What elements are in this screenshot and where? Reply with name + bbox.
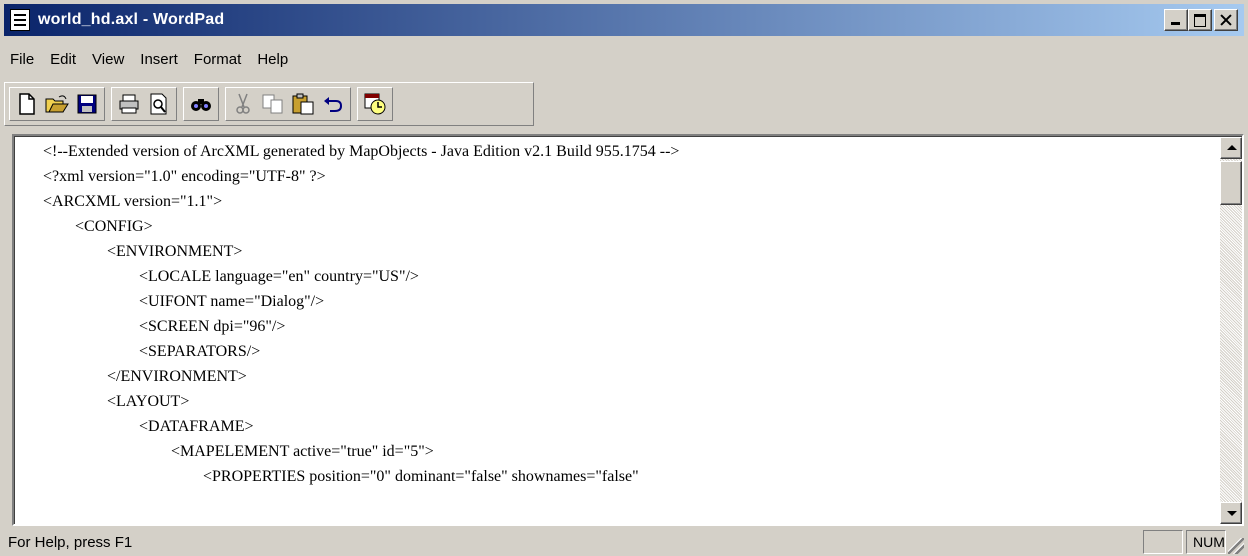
close-icon [1215,10,1237,30]
document-line: </ENVIRONMENT> [43,368,247,385]
window-title: world_hd.axl - WordPad [38,11,225,28]
paste-icon [292,93,314,115]
document-line: <MAPELEMENT active="true" id="5"> [43,443,434,460]
minimize-button[interactable] [1164,9,1188,31]
copy-icon [262,94,283,114]
undo-icon [324,97,343,112]
document-line: <LOCALE language="en" country="US"/> [43,268,419,285]
print-icon [119,94,139,114]
toolbar-group-insert [357,87,393,121]
document-line: <ARCXML version="1.1"> [43,193,223,210]
window-controls [1164,9,1238,31]
document-text[interactable]: <!--Extended version of ArcXML generated… [15,137,1220,524]
document-line: <UIFONT name="Dialog"/> [43,293,325,310]
document-line: <SCREEN dpi="96"/> [43,318,286,335]
save-button[interactable] [72,90,102,118]
open-button[interactable] [42,90,72,118]
status-panel-caps [1143,530,1183,554]
maximize-button[interactable] [1188,9,1212,31]
document-line: <?xml version="1.0" encoding="UTF-8" ?> [43,168,326,185]
new-icon [19,93,35,115]
document-line: <ENVIRONMENT> [43,243,243,260]
resize-grip-icon[interactable] [1228,538,1244,554]
scroll-thumb[interactable] [1220,161,1242,205]
date-time-button[interactable] [360,90,390,118]
cut-icon [236,93,250,114]
menu-bar: File Edit View Insert Format Help [4,40,296,80]
document-line: <LAYOUT> [43,393,190,410]
menu-view[interactable]: View [84,40,132,80]
status-panel-num: NUM [1186,530,1226,554]
menu-format[interactable]: Format [186,40,250,80]
toolbar-group-find [183,87,219,121]
undo-button[interactable] [318,90,348,118]
cut-button[interactable] [228,90,258,118]
paste-button[interactable] [288,90,318,118]
toolbar-group-print [111,87,177,121]
minimize-icon [1165,10,1187,30]
copy-button[interactable] [258,90,288,118]
document-inner: <!--Extended version of ArcXML generated… [14,136,1242,524]
scroll-down-button[interactable] [1220,502,1242,524]
status-help-text: For Help, press F1 [8,533,133,551]
toolbar-group-edit [225,87,351,121]
toolbar [4,82,534,126]
document-line: <CONFIG> [43,218,153,235]
document-area[interactable]: <!--Extended version of ArcXML generated… [12,134,1244,526]
find-button[interactable] [186,90,216,118]
vertical-scrollbar[interactable] [1220,137,1242,524]
document-line: <!--Extended version of ArcXML generated… [43,143,680,160]
menu-insert[interactable]: Insert [132,40,186,80]
date-time-icon [364,93,386,115]
save-icon [77,94,97,114]
new-button[interactable] [12,90,42,118]
print-preview-button[interactable] [144,90,174,118]
document-line: <PROPERTIES position="0" dominant="false… [43,468,639,485]
maximize-icon [1189,10,1211,30]
menu-help[interactable]: Help [249,40,296,80]
print-preview-icon [150,93,167,115]
document-line: <SEPARATORS/> [43,343,261,360]
wordpad-document-icon[interactable] [10,9,30,31]
toolbar-group-file [9,87,105,121]
find-icon [191,99,211,111]
title-bar[interactable]: world_hd.axl - WordPad [4,4,1244,36]
document-line: <DATAFRAME> [43,418,254,435]
menu-edit[interactable]: Edit [42,40,84,80]
print-button[interactable] [114,90,144,118]
open-icon [45,95,69,113]
scroll-up-button[interactable] [1220,137,1242,159]
close-button[interactable] [1214,9,1238,31]
status-bar: For Help, press F1 NUM [4,530,1244,554]
menu-file[interactable]: File [4,40,42,80]
wordpad-window: world_hd.axl - WordPad File Edit View In… [0,0,1248,556]
